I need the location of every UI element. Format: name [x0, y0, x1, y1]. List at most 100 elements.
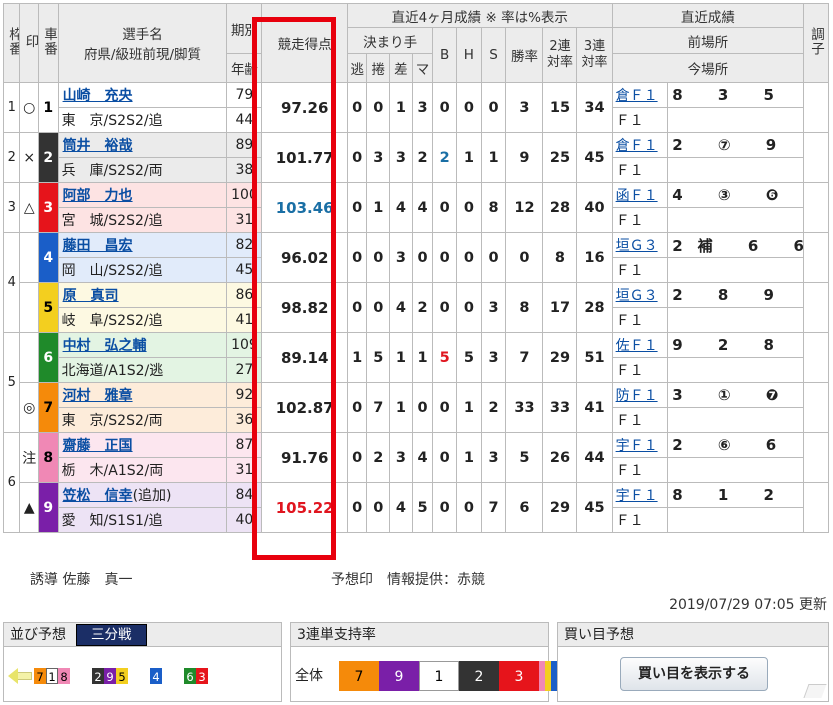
narabi-car: 7 [34, 667, 46, 684]
show-kaime-button[interactable]: 買い目を表示する [620, 657, 768, 691]
cur-meet: Ｆ１ [611, 107, 669, 133]
car-number: 1 [38, 82, 59, 133]
arrow-left-icon [8, 667, 18, 684]
b-cell: 0 [432, 232, 458, 283]
cond-cell [803, 332, 829, 383]
col-kimarite: 決まり手 [346, 27, 434, 54]
kimarite-nige: 0 [346, 232, 368, 283]
updated-time: 2019/07/29 07:05 更新 [669, 597, 827, 613]
racer-row: ▲ 9 笠松 信幸(追加) 84 105.22 0 0 4 5 0 0 7 6 29 45 宇Ｆ１ 8 1 2 [4, 482, 829, 533]
kimarite-marks: 3 [411, 82, 434, 133]
racer-name[interactable]: 河村 雅章 [57, 382, 228, 408]
narabi-car: 6 [184, 667, 196, 684]
kimarite-sashi: 3 [389, 232, 413, 283]
kimarite-marks: 4 [411, 432, 434, 483]
col-current: 今場所 [611, 53, 805, 83]
mark-cell: ◎ [19, 382, 39, 433]
kimarite-makuri: 0 [366, 482, 391, 533]
prev-results: 2 ⑦ 9 [667, 132, 805, 158]
col-h: H [456, 27, 482, 83]
narabi-lineup: 718 295 4 63 [8, 665, 230, 684]
racer-pref: 北海道/A1S2/逃 [57, 357, 228, 383]
cur-meet: Ｆ１ [611, 407, 669, 433]
h-cell: 0 [456, 482, 482, 533]
kimarite-nige: 0 [346, 482, 368, 533]
prev-meet-link[interactable]: 倉Ｆ１ [611, 132, 669, 158]
cur-results [667, 207, 805, 233]
racer-pref: 兵 庫/S2S2/両 [57, 157, 228, 183]
s-cell: 8 [480, 182, 507, 233]
cur-results [667, 407, 805, 433]
age-cell: 41 [226, 307, 263, 333]
kimarite-nige: 0 [346, 382, 368, 433]
ren2-rate: 26 [542, 432, 578, 483]
racer-name[interactable]: 筒井 裕哉 [57, 132, 228, 158]
kimarite-nige: 0 [346, 132, 368, 183]
prev-meet-link[interactable]: 宇Ｆ１ [611, 432, 669, 458]
prev-meet-link[interactable]: 倉Ｆ１ [611, 82, 669, 108]
cond-cell [803, 182, 829, 233]
racer-name[interactable]: 笠松 信幸(追加) [57, 482, 228, 508]
age-cell: 40 [226, 507, 263, 533]
score-cell: 91.76 [261, 432, 348, 483]
ren3-rate: 51 [576, 332, 613, 383]
score-cell: 89.14 [261, 332, 348, 383]
kimarite-makuri: 1 [366, 182, 391, 233]
racer-name[interactable]: 原 真司 [57, 282, 228, 308]
kimarite-sashi: 3 [389, 132, 413, 183]
racer-row: ◎ 7 河村 雅章 92 102.87 0 7 1 0 0 1 2 33 33 41 防Ｆ１ 3 ① ❼ [4, 382, 829, 433]
period-cell: 87 [226, 432, 263, 458]
racer-name[interactable]: 中村 弘之輔 [57, 332, 228, 358]
kimarite-makuri: 2 [366, 432, 391, 483]
racer-row: 5原 真司8698.82004200381728垣Ｇ３2 8 9 6 [4, 282, 829, 333]
col-shaban: 車番 [38, 3, 59, 83]
cur-results [667, 107, 805, 133]
age-cell: 27 [226, 357, 263, 383]
car-number: 5 [38, 282, 59, 333]
waku-cell: 5 [2, 332, 21, 433]
kimarite-sashi: 1 [389, 332, 413, 383]
prev-meet-link[interactable]: 宇Ｆ１ [611, 482, 669, 508]
racer-pref: 栃 木/A1S2/両 [57, 457, 228, 483]
col-ren3: 3連対率 [576, 27, 613, 83]
prev-meet-link[interactable]: 佐Ｆ１ [611, 332, 669, 358]
win-rate: 7 [505, 332, 544, 383]
page-corner-icon [803, 684, 827, 698]
prev-meet-link[interactable]: 函Ｆ１ [611, 182, 669, 208]
period-cell: 84 [226, 482, 263, 508]
support-seg: 9 [379, 661, 419, 691]
racer-name[interactable]: 阿部 力也 [57, 182, 228, 208]
prev-meet-link[interactable]: 垣Ｇ３ [611, 282, 669, 308]
kimarite-nige: 0 [346, 432, 368, 483]
kimarite-marks: 4 [411, 182, 434, 233]
h-cell: 5 [456, 332, 482, 383]
racer-name[interactable]: 齋藤 正国 [57, 432, 228, 458]
win-rate: 33 [505, 382, 544, 433]
racer-name[interactable]: 山崎 充央 [57, 82, 228, 108]
score-cell: 101.77 [261, 132, 348, 183]
col-b: B [432, 27, 458, 83]
ren3-rate: 28 [576, 282, 613, 333]
kaime-panel: 買い目予想 買い目を表示する [557, 622, 829, 702]
kimarite-makuri: 5 [366, 332, 391, 383]
waku-cell: 3 [2, 182, 21, 233]
kimarite-marks: 5 [411, 482, 434, 533]
prev-meet-link[interactable]: 防Ｆ１ [611, 382, 669, 408]
car-number: 7 [38, 382, 59, 433]
age-cell: 31 [226, 457, 263, 483]
col-score: 競走得点 [261, 3, 348, 83]
col-win: 勝率 [505, 27, 544, 83]
prev-meet-link[interactable]: 垣Ｇ３ [611, 232, 669, 258]
racer-name[interactable]: 藤田 昌宏 [57, 232, 228, 258]
kimarite-nige: 0 [346, 182, 368, 233]
narabi-car: 1 [46, 667, 58, 684]
col-makuri: 捲 [366, 53, 391, 83]
cur-results [667, 507, 805, 533]
cur-results [667, 257, 805, 283]
cond-cell [803, 282, 829, 333]
win-rate: 3 [505, 82, 544, 133]
col-recent4: 直近4ヶ月成績 ※ 率は%表示 [346, 3, 613, 28]
yudo: 誘導 佐藤 真一 [30, 572, 133, 588]
col-nige: 逃 [346, 53, 368, 83]
prev-results: 2 ⑥ 6 [667, 432, 805, 458]
